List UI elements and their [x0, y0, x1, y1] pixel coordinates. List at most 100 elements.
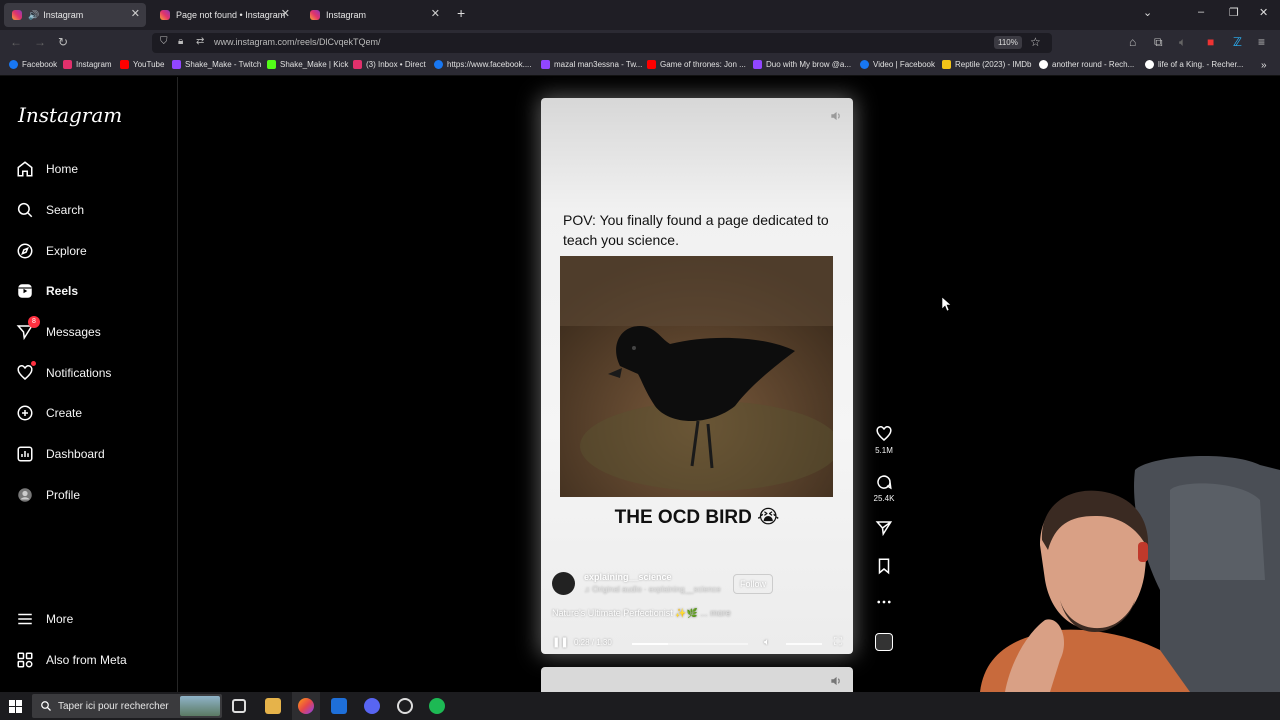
author-username[interactable]: explaining__science: [584, 572, 672, 582]
tab-list-chevron-down-icon[interactable]: ⌄: [1143, 6, 1152, 19]
page-settings-icon[interactable]: ⇄: [196, 36, 204, 47]
taskbar-search-box[interactable]: Taper ici pour rechercher: [32, 694, 222, 718]
save-action[interactable]: [870, 557, 898, 578]
tab-label: Instagram: [326, 10, 367, 20]
fullscreen-icon[interactable]: ⛶: [834, 636, 842, 649]
minimize-icon[interactable]: –: [1198, 6, 1204, 18]
new-tab-plus-icon[interactable]: +: [457, 5, 465, 21]
bookmark-duo[interactable]: Duo with My brow @a...: [753, 60, 851, 69]
comment-action[interactable]: 25.4K: [870, 473, 898, 503]
address-bar[interactable]: ⛉ 🔒︎ ⇄ www.instagram.com/reels/DlCvqekTQ…: [152, 33, 1052, 53]
discord-icon[interactable]: [364, 698, 380, 714]
bookmark-label: https://www.facebook....: [447, 60, 532, 69]
bookmark-video-facebook[interactable]: Video | Facebook: [860, 60, 935, 69]
sidebar-item-reels[interactable]: Reels: [16, 279, 78, 303]
volume-slider[interactable]: [786, 643, 822, 645]
speaker-icon[interactable]: 🔈︎: [1179, 35, 1186, 50]
spotify-icon[interactable]: [429, 698, 445, 714]
close-tab-icon[interactable]: ✕: [281, 7, 290, 20]
imdb-icon: [942, 60, 951, 69]
sidebar-item-also-from-meta[interactable]: Also from Meta: [16, 648, 127, 672]
sidebar-item-more[interactable]: More: [16, 607, 73, 631]
next-reel-preview[interactable]: [541, 667, 853, 693]
instagram-icon: [63, 60, 72, 69]
forward-arrow-icon[interactable]: →: [34, 35, 46, 49]
speaker-icon[interactable]: [829, 674, 843, 688]
bookmark-game-of-thrones[interactable]: Game of thrones: Jon ...: [647, 60, 746, 69]
share-action[interactable]: [870, 519, 898, 540]
url-text[interactable]: www.instagram.com/reels/DlCvqekTQem/: [214, 37, 381, 47]
more-options-action[interactable]: [870, 593, 898, 614]
like-action[interactable]: 5.1M: [870, 425, 898, 455]
obs-icon[interactable]: [397, 698, 413, 714]
author-avatar[interactable]: [552, 572, 575, 595]
back-arrow-icon[interactable]: ←: [10, 35, 22, 49]
more-link[interactable]: ... more: [700, 608, 731, 618]
sidebar-item-label: Dashboard: [46, 447, 105, 461]
sidebar-item-messages[interactable]: 8 Messages: [16, 316, 101, 344]
youtube-icon: [120, 60, 129, 69]
pause-icon[interactable]: ❚❚: [552, 637, 569, 648]
bookmark-another-round[interactable]: another round - Rech...: [1039, 60, 1134, 69]
instagram-logo[interactable]: Instagram: [18, 103, 122, 127]
home-icon[interactable]: ⌂: [1129, 35, 1136, 49]
follow-button[interactable]: Follow: [733, 574, 773, 594]
extensions-icon[interactable]: ⧉: [1154, 35, 1163, 50]
instagram-favicon-icon: [12, 10, 22, 20]
bookmark-life-of-a-king[interactable]: life of a King. - Recher...: [1145, 60, 1243, 69]
bookmark-twitch[interactable]: Shake_Make - Twitch: [172, 60, 261, 69]
sidebar-item-create[interactable]: Create: [16, 401, 82, 425]
sidebar-item-search[interactable]: Search: [16, 198, 84, 222]
bird-video-frame: [560, 256, 833, 497]
bookmark-icon: [878, 558, 890, 575]
task-view-icon[interactable]: [232, 699, 246, 713]
file-explorer-icon[interactable]: [265, 698, 281, 714]
menu-hamburger-icon[interactable]: ≡: [1258, 35, 1265, 49]
shield-icon[interactable]: ⛉: [160, 36, 168, 47]
sidebar-item-dashboard[interactable]: Dashboard: [16, 442, 105, 466]
close-tab-icon[interactable]: ✕: [131, 7, 140, 20]
bookmark-label: Duo with My brow @a...: [766, 60, 852, 69]
tab-instagram[interactable]: Instagram ✕: [302, 3, 446, 27]
reel-video[interactable]: POV: You finally found a page dedicated …: [541, 98, 853, 654]
restore-icon[interactable]: ❐: [1229, 6, 1239, 19]
translate-extension-icon[interactable]: ℤ: [1233, 35, 1242, 49]
bookmarks-overflow-chevron-icon[interactable]: »: [1261, 60, 1267, 71]
tab-label: Page not found • Instagram: [176, 10, 286, 20]
audio-thumbnail[interactable]: [870, 633, 898, 651]
bookmark-mazal[interactable]: mazal man3essna - Tw...: [541, 60, 642, 69]
facebook-icon: [860, 60, 869, 69]
sidebar-item-label: Notifications: [46, 366, 112, 380]
bookmark-youtube[interactable]: YouTube: [120, 60, 164, 69]
bookmark-facebook[interactable]: Facebook: [9, 60, 57, 69]
windows-start-icon[interactable]: [9, 700, 22, 713]
extension-badge-icon[interactable]: ■: [1207, 35, 1214, 49]
bookmark-facebook-link[interactable]: https://www.facebook....: [434, 60, 531, 69]
tab-page-not-found[interactable]: Page not found • Instagram ✕: [152, 3, 296, 27]
video-progress-bar[interactable]: [632, 643, 748, 645]
close-window-icon[interactable]: ✕: [1259, 6, 1268, 19]
speaker-icon[interactable]: [829, 109, 843, 123]
zoom-level[interactable]: 110%: [994, 36, 1022, 49]
reload-icon[interactable]: ↻: [58, 35, 68, 49]
store-icon[interactable]: [331, 698, 347, 714]
tab-instagram-active[interactable]: 🔊 Instagram ✕: [4, 3, 146, 27]
bookmark-imdb[interactable]: Reptile (2023) - IMDb: [942, 60, 1031, 69]
bookmark-inbox[interactable]: (3) Inbox • Direct: [353, 60, 426, 69]
bookmark-label: Shake_Make | Kick: [280, 60, 349, 69]
bookmark-instagram[interactable]: Instagram: [63, 60, 112, 69]
sidebar-item-explore[interactable]: Explore: [16, 239, 87, 263]
bookmark-label: Reptile (2023) - IMDb: [955, 60, 1032, 69]
sidebar-item-notifications[interactable]: Notifications: [16, 361, 111, 385]
bookmark-star-icon[interactable]: ☆: [1030, 35, 1041, 49]
lock-icon[interactable]: 🔒︎: [178, 36, 183, 47]
bookmark-kick[interactable]: Shake_Make | Kick: [267, 60, 348, 69]
webcam-image: [980, 455, 1280, 692]
reel-title-text: THE OCD BIRD 😭: [614, 507, 780, 528]
original-audio-link[interactable]: ♫ Original audio · explaining__science: [584, 585, 721, 594]
sidebar-item-profile[interactable]: Profile: [16, 483, 80, 507]
close-tab-icon[interactable]: ✕: [431, 7, 440, 20]
volume-icon[interactable]: 🔈︎: [764, 637, 770, 648]
streamer-webcam: [960, 450, 1280, 692]
sidebar-item-home[interactable]: Home: [16, 157, 78, 181]
